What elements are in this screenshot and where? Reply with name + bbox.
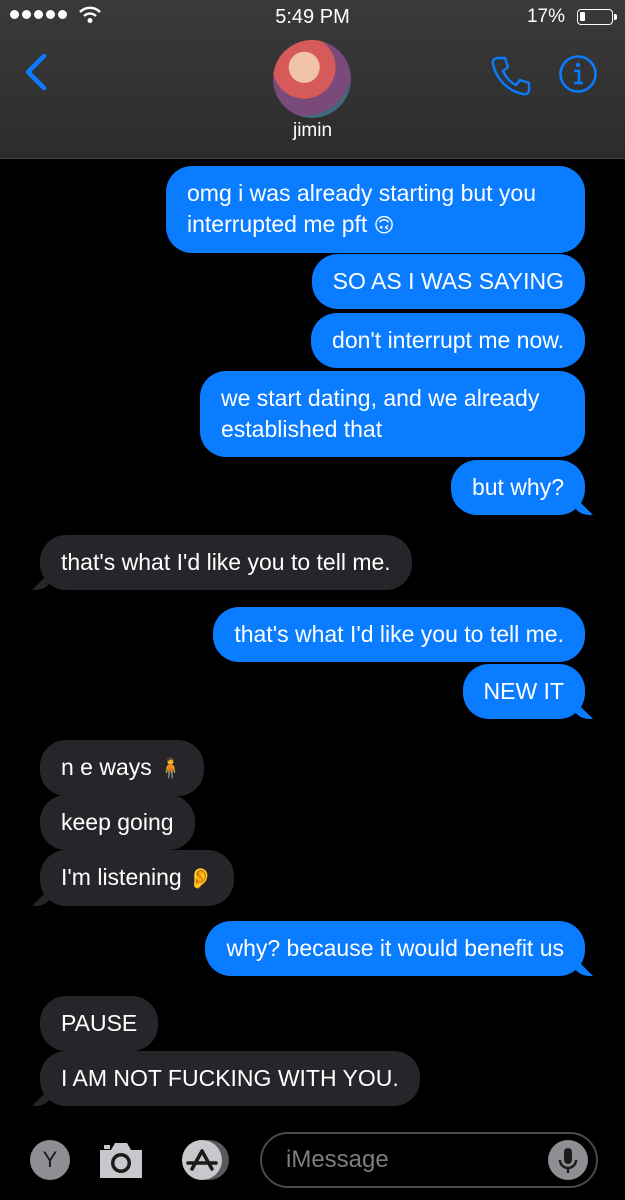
mic-icon[interactable] — [548, 1140, 588, 1180]
sent-message-bubble[interactable]: NEW IT — [462, 664, 585, 719]
camera-icon[interactable] — [96, 1138, 146, 1182]
sent-message-bubble[interactable]: we start dating, and we already establis… — [200, 371, 585, 457]
message-input[interactable]: iMessage — [260, 1132, 598, 1188]
received-message-bubble[interactable]: n e ways 🧍 — [40, 740, 205, 796]
message-text: but why? — [471, 474, 564, 500]
y-app-button[interactable]: Y — [30, 1140, 70, 1180]
received-message-bubble[interactable]: PAUSE — [40, 996, 159, 1051]
composer-bar: Y iMessage — [0, 1125, 625, 1200]
status-bar: 5:49 PM 17% — [0, 0, 625, 36]
info-icon[interactable] — [558, 54, 598, 94]
message-emoji: 👂 — [181, 866, 213, 890]
message-text: that's what I'd like you to tell me. — [61, 549, 391, 575]
message-text: PAUSE — [61, 1010, 138, 1036]
contact-avatar[interactable] — [273, 40, 351, 118]
message-text: omg i was already starting but you inter… — [187, 180, 537, 237]
battery-icon — [577, 9, 617, 25]
received-message-bubble[interactable]: that's what I'd like you to tell me. — [40, 535, 412, 590]
received-message-bubble[interactable]: keep going — [40, 795, 195, 850]
message-text: why? because it would benefit us — [226, 935, 564, 961]
conversation-header: 5:49 PM 17% jimin — [0, 0, 625, 159]
received-message-bubble[interactable]: I'm listening 👂 — [40, 850, 234, 906]
sent-message-bubble[interactable]: that's what I'd like you to tell me. — [213, 607, 585, 662]
sent-message-bubble[interactable]: SO AS I WAS SAYING — [311, 254, 585, 309]
contact-name[interactable]: jimin — [0, 120, 625, 142]
sent-message-bubble[interactable]: but why? — [450, 460, 585, 515]
sent-message-bubble[interactable]: why? because it would benefit us — [205, 921, 585, 976]
message-text: I AM NOT FUCKING WITH YOU. — [61, 1065, 399, 1091]
phone-icon[interactable] — [488, 54, 532, 98]
message-text: we start dating, and we already establis… — [221, 385, 540, 442]
sent-message-bubble[interactable]: don't interrupt me now. — [311, 313, 585, 368]
message-text: that's what I'd like you to tell me. — [234, 621, 564, 647]
message-emoji: 🙃 — [367, 213, 395, 237]
sent-message-bubble[interactable]: omg i was already starting but you inter… — [166, 166, 585, 253]
message-text: don't interrupt me now. — [332, 327, 564, 353]
message-text: NEW IT — [483, 678, 565, 704]
message-input-placeholder: iMessage — [286, 1146, 389, 1173]
app-store-icon[interactable] — [176, 1138, 236, 1182]
message-text: keep going — [61, 809, 174, 835]
message-text: I'm listening — [61, 864, 182, 890]
received-message-bubble[interactable]: I AM NOT FUCKING WITH YOU. — [40, 1051, 420, 1106]
message-text: SO AS I WAS SAYING — [332, 268, 564, 294]
back-chevron-icon[interactable] — [22, 52, 50, 92]
message-text: n e ways — [61, 754, 152, 780]
message-emoji: 🧍 — [151, 756, 184, 780]
battery-percent: 17% — [526, 6, 565, 27]
